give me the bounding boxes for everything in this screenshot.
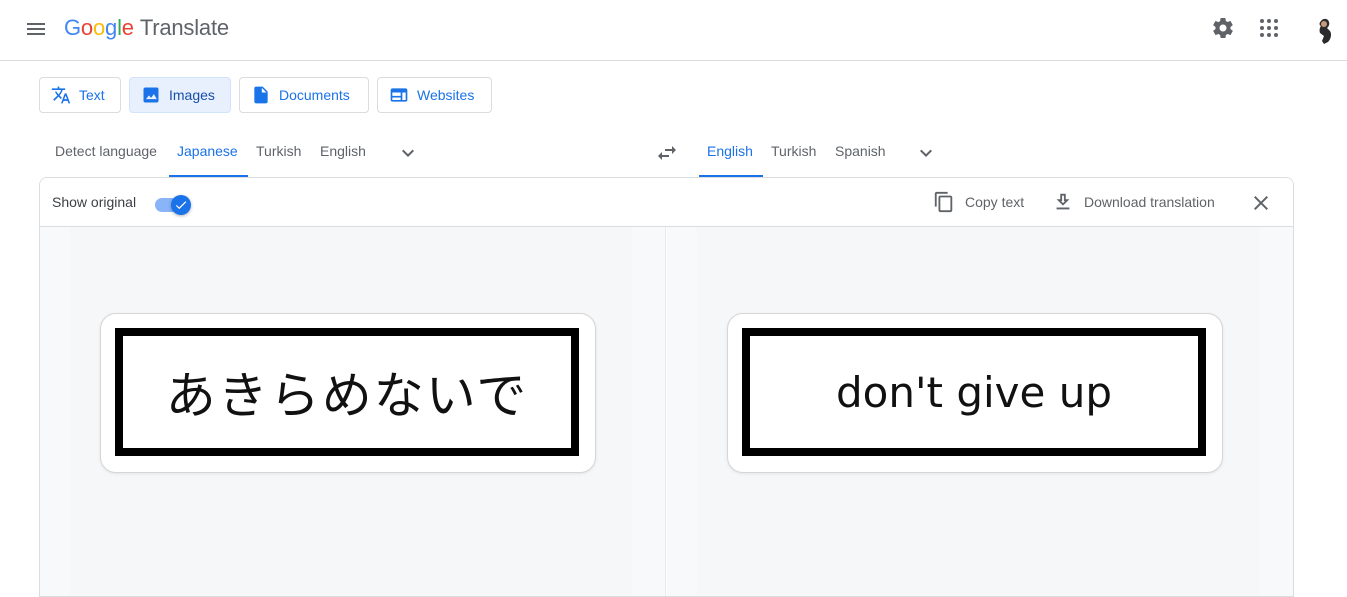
source-lang-detect[interactable]: Detect language (55, 143, 157, 159)
download-translation-label: Download translation (1084, 194, 1215, 210)
mode-websites-label: Websites (417, 87, 474, 103)
translated-image-text: don't give up (836, 368, 1112, 417)
original-image-text: あきらめないで (166, 356, 529, 428)
mode-images-button[interactable]: Images (129, 77, 231, 113)
source-lang-turkish[interactable]: Turkish (256, 143, 301, 159)
original-image-pane: あきらめないで (40, 227, 666, 597)
target-lang-more-chevron-icon[interactable] (914, 141, 938, 165)
translated-sticker-frame: don't give up (742, 328, 1206, 456)
mode-websites-button[interactable]: Websites (377, 77, 492, 113)
copy-icon (933, 191, 955, 213)
mode-images-label: Images (169, 87, 215, 103)
text-translate-icon (51, 85, 71, 105)
source-lang-more-chevron-icon[interactable] (396, 141, 420, 165)
mode-documents-label: Documents (279, 87, 350, 103)
source-lang-english[interactable]: English (320, 143, 366, 159)
download-translation-button[interactable]: Download translation (1052, 191, 1215, 213)
toggle-knob (171, 195, 191, 215)
image-icon (141, 85, 161, 105)
swap-languages-icon[interactable] (655, 141, 679, 165)
translated-sticker-image: don't give up (727, 313, 1223, 473)
target-lang-turkish[interactable]: Turkish (771, 143, 816, 159)
avatar[interactable] (1307, 13, 1339, 45)
menu-icon[interactable] (24, 17, 48, 41)
original-sticker-frame: あきらめないで (115, 328, 579, 456)
copy-text-label: Copy text (965, 194, 1024, 210)
show-original-toggle[interactable] (155, 193, 191, 213)
apps-grid-icon[interactable] (1257, 16, 1281, 40)
source-lang-japanese[interactable]: Japanese (177, 143, 238, 159)
website-icon (389, 85, 409, 105)
avatar-image (1307, 13, 1339, 45)
logo-word: Google (64, 15, 134, 40)
mode-documents-button[interactable]: Documents (239, 77, 369, 113)
settings-icon[interactable] (1211, 16, 1235, 40)
mode-text-label: Text (79, 87, 105, 103)
download-icon (1052, 191, 1074, 213)
mode-text-button[interactable]: Text (39, 77, 121, 113)
panel-toolbar: Show original Copy text Download transla… (40, 178, 1293, 227)
product-name: Translate (140, 15, 229, 40)
copy-text-button[interactable]: Copy text (933, 191, 1024, 213)
target-lang-spanish[interactable]: Spanish (835, 143, 886, 159)
target-lang-english[interactable]: English (707, 143, 753, 159)
google-translate-logo[interactable]: GoogleTranslate (64, 15, 229, 41)
show-original-label: Show original (52, 194, 136, 210)
document-icon (251, 85, 271, 105)
image-translation-panel: Show original Copy text Download transla… (39, 177, 1294, 597)
top-app-bar: GoogleTranslate (0, 0, 1347, 61)
original-sticker-image: あきらめないで (100, 313, 596, 473)
translated-image-pane: don't give up (667, 227, 1293, 597)
check-icon (174, 198, 188, 212)
close-icon[interactable] (1249, 191, 1273, 215)
